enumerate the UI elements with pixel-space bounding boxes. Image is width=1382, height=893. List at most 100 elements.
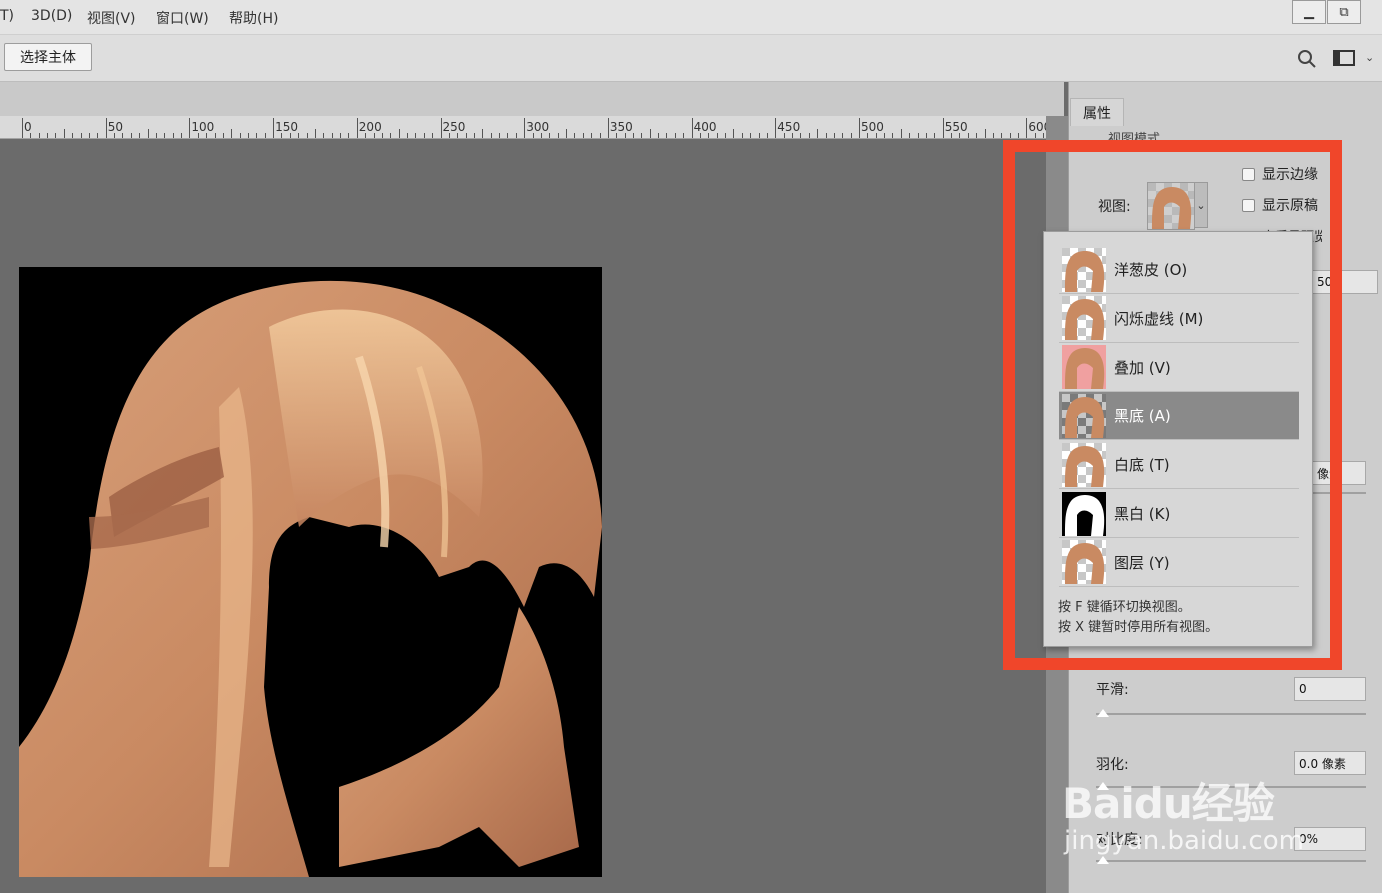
ruler-tick: [783, 133, 785, 138]
document-tab-strip: [0, 82, 1064, 116]
ruler-tick: [649, 129, 651, 138]
ruler-tick: [557, 133, 559, 138]
ruler-tick: [808, 133, 810, 138]
ruler-tick: [750, 133, 752, 138]
ruler-tick: [298, 133, 300, 138]
restore-button[interactable]: ⧉: [1327, 0, 1361, 24]
ruler-tick: [875, 133, 877, 138]
ruler-tick: [432, 133, 434, 138]
ruler-tick: [850, 133, 852, 138]
ruler-tick: [792, 133, 794, 138]
ruler-label: 350: [609, 120, 633, 134]
minimize-icon: ▁: [1304, 4, 1314, 20]
ruler-tick: [448, 133, 450, 138]
ruler-tick: [80, 133, 82, 138]
chevron-down-icon[interactable]: ⌄: [1365, 51, 1374, 64]
document-canvas[interactable]: [19, 267, 602, 877]
ruler-tick: [222, 133, 224, 138]
select-subject-button[interactable]: 选择主体: [4, 43, 92, 71]
horizontal-ruler: 050100150200250300350400450500550600: [0, 116, 1048, 139]
ruler-tick: [959, 133, 961, 138]
ruler-tick: [155, 133, 157, 138]
ruler-tick: [725, 133, 727, 138]
minimize-button[interactable]: ▁: [1292, 0, 1326, 24]
ruler-tick: [247, 133, 249, 138]
ruler-tick: [658, 133, 660, 138]
workspace-icon[interactable]: [1333, 49, 1355, 72]
ruler-tick: [465, 133, 467, 138]
ruler-label: 400: [693, 120, 717, 134]
feather-field[interactable]: 0.0 像素: [1294, 751, 1366, 775]
ruler-tick: [306, 133, 308, 138]
ruler-tick: [607, 118, 609, 138]
smooth-slider-knob[interactable]: [1097, 709, 1109, 717]
menu-item-type[interactable]: T): [0, 8, 14, 24]
ruler-tick: [289, 133, 291, 138]
ruler-tick: [515, 133, 517, 138]
ruler-tick: [867, 133, 869, 138]
ruler-tick: [348, 133, 350, 138]
ruler-tick: [1043, 133, 1045, 138]
ruler-tick: [616, 133, 618, 138]
ruler-tick: [666, 133, 668, 138]
contrast-field[interactable]: 0%: [1294, 827, 1366, 851]
ruler-label: 150: [275, 120, 298, 134]
ruler-tick: [833, 133, 835, 138]
menu-item-help[interactable]: 帮助(H): [229, 8, 278, 28]
ruler-tick: [775, 118, 777, 138]
smooth-field[interactable]: 0: [1294, 677, 1366, 701]
ruler-tick: [992, 133, 994, 138]
ruler-tick: [323, 133, 325, 138]
ruler-label: 500: [861, 120, 884, 134]
search-icon[interactable]: [1297, 49, 1317, 74]
ruler-tick: [524, 118, 526, 138]
ruler-tick: [457, 133, 459, 138]
ruler-tick: [105, 118, 107, 138]
ruler-tick: [1009, 133, 1011, 138]
ruler-tick: [423, 133, 425, 138]
smooth-slider[interactable]: [1096, 713, 1366, 715]
contrast-slider[interactable]: [1096, 860, 1366, 862]
ruler-tick: [114, 133, 116, 138]
tab-properties[interactable]: 属性: [1070, 98, 1124, 126]
ruler-tick: [591, 133, 593, 138]
ruler-tick: [22, 118, 23, 138]
ruler-tick: [407, 133, 409, 138]
contrast-slider-knob[interactable]: [1097, 856, 1109, 864]
ruler-tick: [934, 133, 936, 138]
ruler-tick: [206, 133, 208, 138]
ruler-tick: [641, 133, 643, 138]
menu-item-window[interactable]: 窗口(W): [156, 8, 209, 28]
ruler-label: 300: [526, 120, 550, 134]
menu-item-view[interactable]: 视图(V): [87, 8, 136, 28]
ruler-tick: [264, 133, 266, 138]
ruler-tick: [817, 129, 819, 138]
ruler-tick: [72, 133, 74, 138]
ruler-tick: [741, 133, 743, 138]
ruler-tick: [800, 133, 802, 138]
ruler-label: 100: [191, 120, 215, 134]
ruler-tick: [239, 133, 241, 138]
ruler-tick: [273, 118, 275, 138]
ruler-tick: [122, 133, 124, 138]
ruler-tick: [951, 133, 953, 138]
ruler-tick: [909, 133, 911, 138]
ruler-tick: [900, 129, 902, 138]
ruler-tick: [172, 133, 174, 138]
ruler-tick: [340, 133, 342, 138]
ruler-tick: [482, 129, 484, 138]
hair-image: [19, 280, 602, 877]
ruler-tick: [181, 133, 183, 138]
menu-bar: T) 3D(D) 视图(V) 窗口(W) 帮助(H) ▁ ⧉: [0, 0, 1382, 35]
ruler-tick: [967, 133, 969, 138]
ruler-label: 450: [777, 120, 801, 134]
ruler-tick: [507, 133, 509, 138]
ruler-tick: [231, 129, 233, 138]
ruler-tick: [599, 133, 601, 138]
smooth-label: 平滑:: [1096, 682, 1129, 698]
ruler-tick: [716, 133, 718, 138]
ruler-tick: [917, 133, 919, 138]
ruler-tick: [942, 118, 944, 138]
menu-item-3d[interactable]: 3D(D): [31, 8, 72, 24]
ruler-tick: [499, 133, 501, 138]
